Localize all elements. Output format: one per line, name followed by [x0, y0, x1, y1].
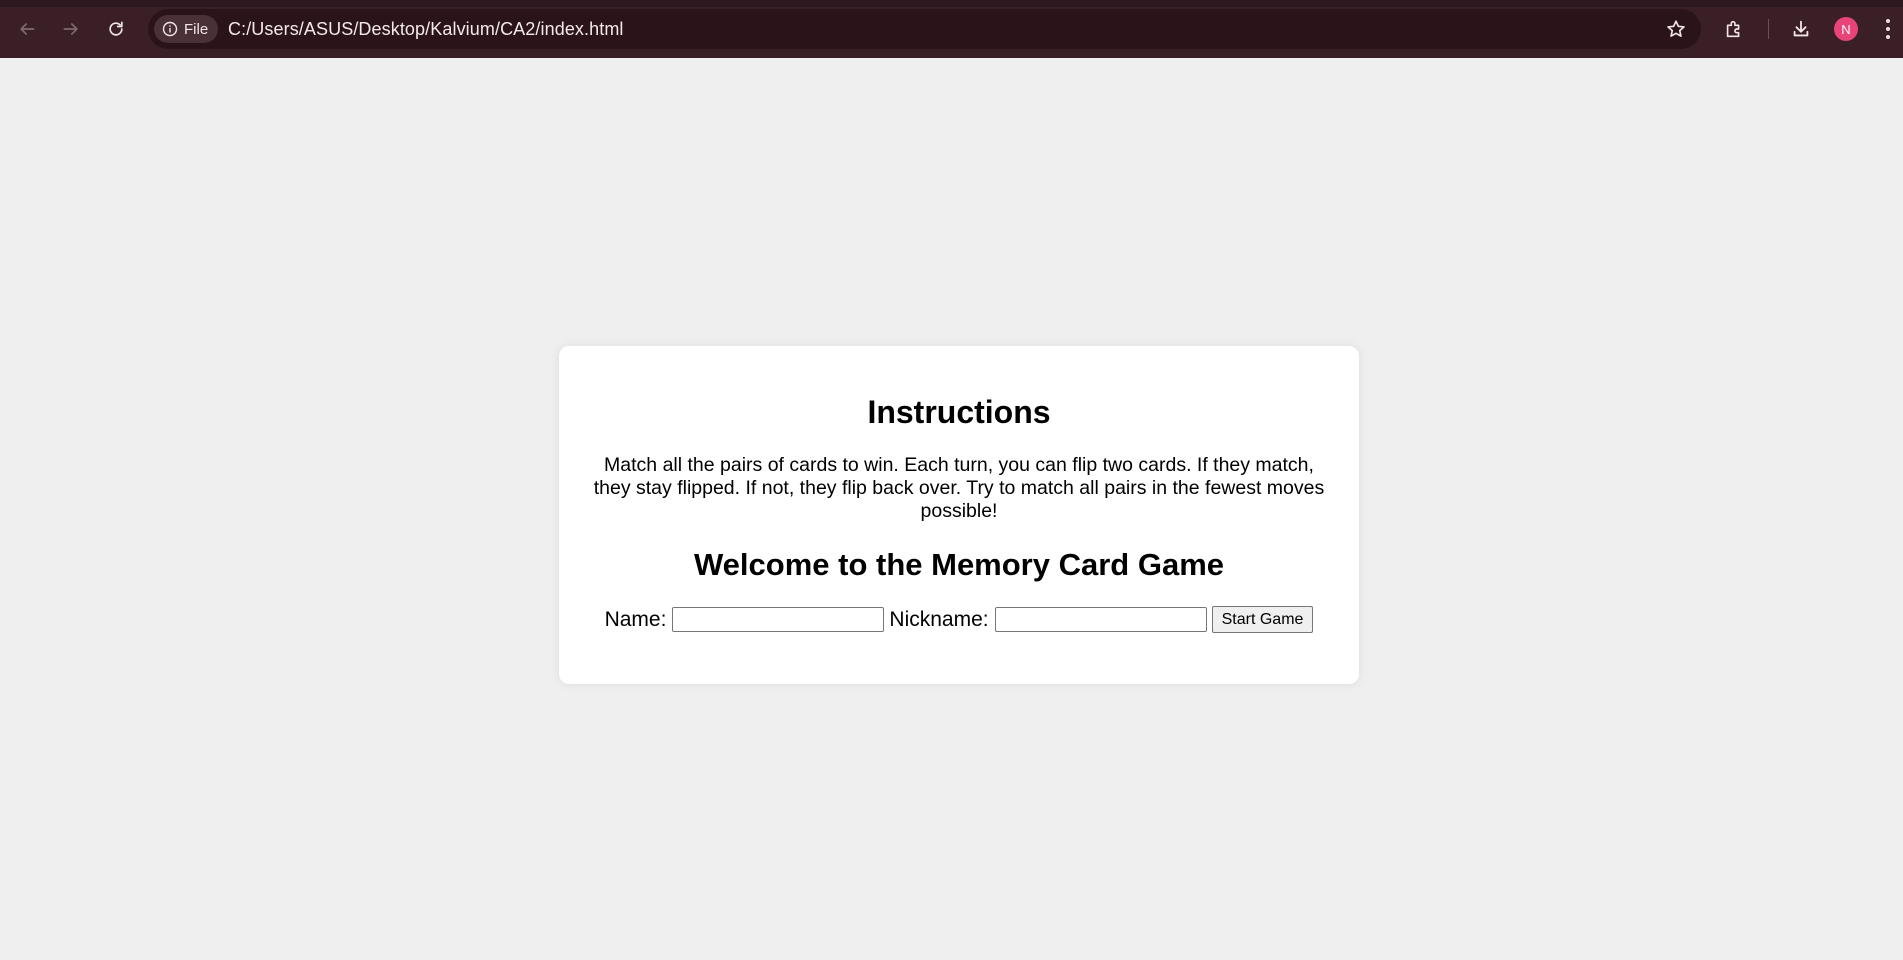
file-chip-label: File [184, 20, 209, 38]
address-bar[interactable]: File C:/Users/ASUS/Desktop/Kalvium/CA2/i… [148, 9, 1701, 49]
toolbar-divider [1768, 19, 1769, 39]
welcome-heading: Welcome to the Memory Card Game [693, 547, 1224, 582]
tab-strip [0, 0, 1903, 7]
extensions-icon [1726, 20, 1740, 38]
url-text[interactable]: C:/Users/ASUS/Desktop/Kalvium/CA2/index.… [228, 19, 624, 40]
kebab-menu-icon[interactable] [1882, 16, 1894, 42]
nickname-input[interactable] [994, 607, 1207, 632]
extensions-button[interactable] [1720, 15, 1748, 43]
name-input[interactable] [672, 607, 885, 632]
downloads-button[interactable] [1787, 15, 1815, 43]
reload-button[interactable] [101, 14, 131, 44]
player-form: Name: Nickname: Start Game [559, 606, 1359, 633]
instructions-card: Instructions Match all the pairs of card… [559, 346, 1359, 684]
browser-toolbar: File C:/Users/ASUS/Desktop/Kalvium/CA2/i… [0, 0, 1903, 58]
reload-icon [109, 21, 123, 36]
profile-avatar[interactable]: N [1834, 17, 1858, 41]
star-icon[interactable] [1665, 18, 1687, 40]
instructions-text: Match all the pairs of cards to win. Eac… [593, 454, 1325, 522]
back-button[interactable] [12, 14, 42, 44]
start-game-button[interactable]: Start Game [1211, 606, 1314, 633]
nickname-label: Nickname: [889, 607, 989, 631]
name-label: Name: [604, 607, 667, 631]
instructions-heading: Instructions [867, 394, 1051, 430]
forward-arrow-icon [63, 23, 78, 35]
download-icon [1793, 20, 1809, 37]
forward-button[interactable] [56, 14, 86, 44]
back-arrow-icon [20, 23, 35, 35]
site-info-chip[interactable]: File [154, 15, 219, 43]
info-icon [162, 21, 178, 37]
